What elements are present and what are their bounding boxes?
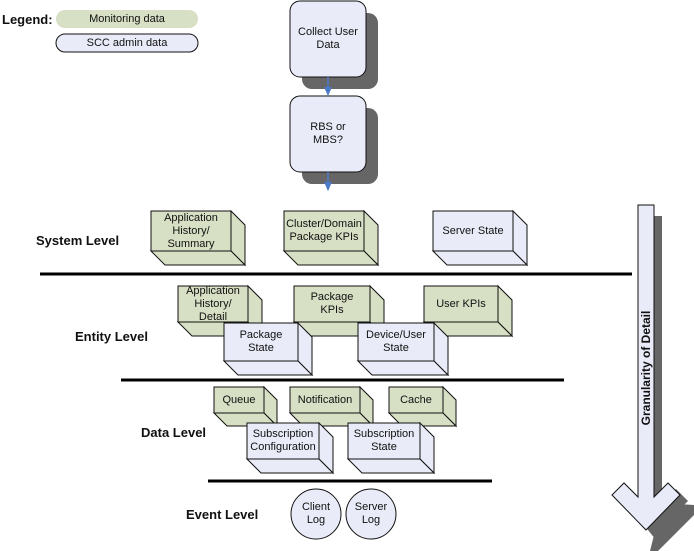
box-bottom-face bbox=[282, 250, 380, 266]
data-box-label: Queue bbox=[222, 393, 256, 406]
level-label-data: Data Level bbox=[141, 425, 207, 440]
entity-box-label: Package State bbox=[239, 329, 283, 354]
entity-box-label: Package KPIs bbox=[310, 291, 354, 316]
level-label-entity: Entity Level bbox=[75, 329, 148, 344]
entity-box-label: User KPIs bbox=[436, 297, 486, 310]
data-box-label: Subscription State bbox=[353, 428, 415, 453]
data-box-label: Notification bbox=[297, 393, 353, 406]
flow-arrowhead-2 bbox=[324, 182, 332, 191]
diagram-graphics bbox=[40, 0, 694, 551]
flow-label-rbs: RBS or MBS? bbox=[310, 121, 346, 146]
entity-box-label: Application History/ Detail bbox=[186, 284, 240, 323]
legend-title: Legend: bbox=[2, 12, 53, 27]
box-bottom-face bbox=[245, 458, 335, 474]
data-box-label: Cache bbox=[400, 393, 432, 406]
box-bottom-face bbox=[346, 458, 436, 474]
legend-label-admin: SCC admin data bbox=[86, 36, 168, 49]
level-label-system: System Level bbox=[36, 233, 120, 248]
event-label-server: Server Log bbox=[354, 501, 388, 526]
system-box-label: Cluster/Domain Package KPIs bbox=[286, 218, 362, 243]
flow-label-collect: Collect User Data bbox=[298, 26, 358, 51]
entity-box-label: Device/User State bbox=[366, 329, 426, 354]
event-label-client: Client Log bbox=[301, 501, 331, 526]
box-bottom-face bbox=[222, 360, 314, 376]
level-label-event: Event Level bbox=[186, 507, 259, 522]
diagram-canvas: Legend: Monitoring data SCC admin data C… bbox=[0, 0, 694, 551]
flow-arrowhead-1 bbox=[324, 87, 332, 96]
system-box-label: Application History/ Summary bbox=[164, 211, 218, 250]
box-bottom-face bbox=[356, 360, 450, 376]
legend-label-monitoring: Monitoring data bbox=[89, 12, 165, 25]
data-box-label: Subscription Configuration bbox=[250, 428, 316, 453]
box-bottom-face bbox=[149, 250, 247, 266]
system-box-label: Server State bbox=[442, 224, 504, 237]
box-bottom-face bbox=[431, 250, 529, 266]
granularity-label: Granularity of Detail bbox=[638, 310, 653, 426]
